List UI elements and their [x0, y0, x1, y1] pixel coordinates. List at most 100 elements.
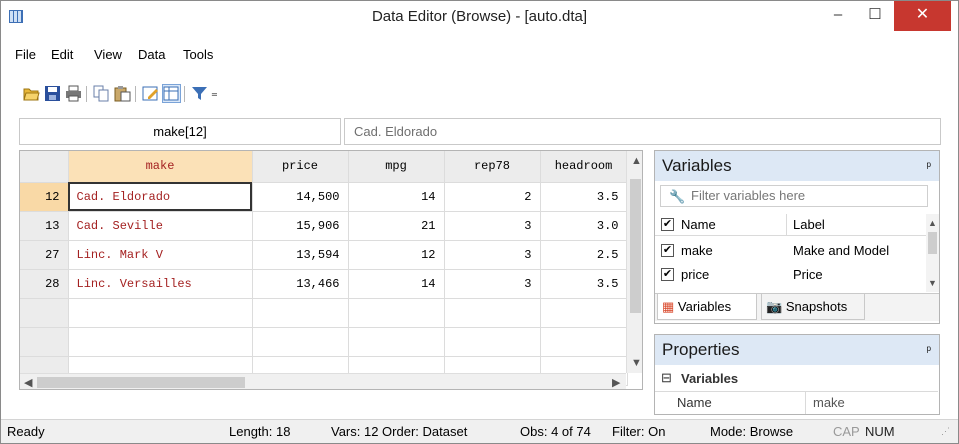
cell-make[interactable]: Linc. Mark V [68, 240, 253, 270]
cell-price[interactable]: 15,906 [252, 211, 349, 241]
scroll-down-icon[interactable]: ▼ [928, 278, 937, 288]
cell-rep78[interactable]: 3 [444, 269, 541, 299]
menu-edit[interactable]: Edit [51, 47, 73, 62]
table-row[interactable]: 27 Linc. Mark V 13,594 12 3 2.5 [20, 240, 628, 270]
minimize-button[interactable]: – [821, 1, 855, 31]
menu-data[interactable]: Data [138, 47, 165, 62]
variables-panel: Variables ᵖ 🔧 Filter variables here ✔ Na… [654, 150, 940, 324]
tab-variables[interactable]: ▦ Variables [657, 294, 757, 320]
row-number[interactable]: 27 [20, 240, 69, 270]
variables-tab-icon: ▦ [662, 299, 675, 314]
properties-group-variables[interactable]: ⊟ Variables [655, 368, 938, 390]
cell-headroom[interactable]: 3.5 [540, 182, 628, 212]
row-number[interactable]: 28 [20, 269, 69, 299]
edit-mode-icon[interactable] [142, 85, 159, 102]
column-header-make[interactable]: make [68, 151, 253, 183]
resize-grip-icon[interactable]: ⋰ [941, 426, 950, 437]
cell-make[interactable]: Cad. Eldorado [68, 182, 253, 212]
variable-label: Make and Model [793, 243, 890, 258]
filter-dropdown-icon[interactable]: ₌ [211, 85, 218, 101]
camera-icon: 📷 [766, 299, 783, 314]
status-obs: Obs: 4 of 74 [520, 424, 591, 439]
copy-icon[interactable] [93, 85, 110, 102]
cell-headroom[interactable]: 3.5 [540, 269, 628, 299]
variable-row-make[interactable]: ✔ make Make and Model [655, 240, 938, 262]
column-header-headroom[interactable]: headroom [540, 151, 628, 183]
cell-headroom[interactable]: 2.5 [540, 240, 628, 270]
column-header-price[interactable]: price [252, 151, 349, 183]
cell-rep78[interactable]: 2 [444, 182, 541, 212]
cell-price[interactable]: 14,500 [252, 182, 349, 212]
filter-placeholder: Filter variables here [691, 188, 806, 203]
scroll-thumb[interactable] [630, 179, 641, 313]
variable-filter-input[interactable]: 🔧 Filter variables here [660, 185, 928, 207]
variable-checkbox[interactable]: ✔ [661, 268, 674, 281]
cell-headroom[interactable]: 3.0 [540, 211, 628, 241]
panel-tabs: ▦ Variables 📷 Snapshots [655, 293, 939, 321]
scroll-thumb[interactable] [928, 232, 937, 254]
table-row[interactable]: 13 Cad. Seville 15,906 21 3 3.0 [20, 211, 628, 241]
cell-price[interactable]: 13,466 [252, 269, 349, 299]
cell-mpg[interactable]: 12 [348, 240, 445, 270]
open-folder-icon[interactable] [23, 85, 40, 102]
variables-list-header: ✔ Name Label [655, 214, 938, 236]
property-value[interactable]: make [813, 395, 845, 410]
menu-tools[interactable]: Tools [183, 47, 213, 62]
scroll-thumb[interactable] [37, 377, 245, 388]
variable-cell-reference[interactable]: make[12] [19, 118, 341, 145]
scroll-left-icon[interactable]: ◀ [24, 376, 32, 389]
cell-mpg[interactable]: 21 [348, 211, 445, 241]
data-editor-window: Data Editor (Browse) - [auto.dta] – ☐ ✕ … [0, 0, 959, 444]
tab-variables-label: Variables [677, 299, 732, 314]
variable-name: make [681, 243, 713, 258]
print-icon[interactable] [65, 85, 82, 102]
address-bar: make[12] Cad. Eldorado [19, 118, 941, 145]
variable-row-price[interactable]: ✔ price Price [655, 264, 938, 286]
cell-rep78[interactable]: 3 [444, 240, 541, 270]
variable-checkbox[interactable]: ✔ [661, 244, 674, 257]
menu-view[interactable]: View [94, 47, 122, 62]
scroll-down-icon[interactable]: ▼ [631, 357, 642, 369]
name-column-header[interactable]: Name [681, 217, 716, 232]
table-row[interactable]: 28 Linc. Versailles 13,466 14 3 3.5 [20, 269, 628, 299]
variable-label: Price [793, 267, 823, 282]
window-title: Data Editor (Browse) - [auto.dta] [371, 8, 588, 25]
horizontal-scrollbar[interactable]: ◀ ▶ [20, 373, 626, 389]
scroll-up-icon[interactable]: ▲ [631, 155, 642, 167]
maximize-button[interactable]: ☐ [858, 1, 892, 31]
property-row-name[interactable]: Name make [655, 391, 938, 414]
pin-icon[interactable]: ᵖ [926, 151, 931, 181]
status-filter: Filter: On [612, 424, 666, 439]
paste-icon[interactable] [114, 85, 131, 102]
scroll-up-icon[interactable]: ▲ [928, 218, 937, 228]
variables-scrollbar[interactable]: ▲ ▼ [926, 214, 939, 292]
scroll-right-icon[interactable]: ▶ [612, 376, 620, 389]
row-number[interactable]: 12 [20, 182, 69, 212]
pin-icon[interactable]: ᵖ [926, 335, 931, 365]
cell-rep78[interactable]: 3 [444, 211, 541, 241]
tab-snapshots[interactable]: 📷 Snapshots [761, 294, 865, 320]
cell-make[interactable]: Cad. Seville [68, 211, 253, 241]
table-row[interactable]: 12 Cad. Eldorado 14,500 14 2 3.5 [20, 182, 628, 212]
cell-mpg[interactable]: 14 [348, 269, 445, 299]
label-column-header[interactable]: Label [793, 217, 825, 232]
select-all-checkbox[interactable]: ✔ [661, 218, 674, 231]
row-number[interactable]: 13 [20, 211, 69, 241]
status-mode: Mode: Browse [710, 424, 794, 439]
cell-value-field[interactable]: Cad. Eldorado [344, 118, 941, 145]
menu-file[interactable]: File [15, 47, 36, 62]
variables-panel-title: Variables ᵖ [655, 151, 939, 181]
collapse-icon[interactable]: ⊟ [661, 370, 672, 386]
properties-title-text: Properties [662, 340, 740, 359]
filter-icon[interactable] [191, 85, 208, 102]
column-header-mpg[interactable]: mpg [348, 151, 445, 183]
close-button[interactable]: ✕ [894, 1, 951, 31]
empty-row [20, 298, 628, 328]
cell-make[interactable]: Linc. Versailles [68, 269, 253, 299]
vertical-scrollbar[interactable]: ▲ ▼ [626, 151, 642, 373]
browse-mode-icon[interactable] [162, 84, 181, 103]
column-header-rep78[interactable]: rep78 [444, 151, 541, 183]
cell-price[interactable]: 13,594 [252, 240, 349, 270]
cell-mpg[interactable]: 14 [348, 182, 445, 212]
save-icon[interactable] [44, 85, 61, 102]
